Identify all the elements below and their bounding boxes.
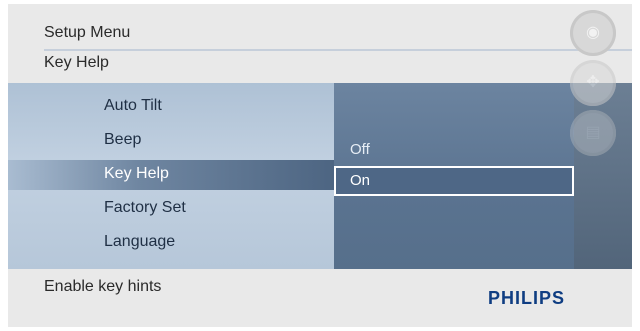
brand-logo: PHILIPS [488,288,566,308]
menu-icon[interactable]: ▤ [570,110,616,156]
navigation-pad-glyph: ✥ [586,74,600,91]
menu-title: Setup Menu [44,24,131,41]
options-list: Off On [334,83,574,269]
option-on[interactable]: On [334,166,574,196]
play-slideshow-glyph: ◉ [586,24,600,41]
menu-item-key-help[interactable]: Key Help [8,160,334,190]
menu-item-auto-tilt[interactable]: Auto Tilt [104,97,162,115]
footer-hint: Enable key hints [44,278,162,295]
frame-screen: Setup Menu Key Help Auto Tilt Beep Key H… [8,4,632,327]
submenu-title: Key Help [44,54,109,71]
option-on-label: On [350,172,371,189]
menu-item-beep[interactable]: Beep [104,131,141,149]
menu-glyph: ▤ [585,124,601,141]
menu-item-language[interactable]: Language [104,233,175,251]
menu-item-factory-set[interactable]: Factory Set [104,199,186,217]
menu-item-key-help-label: Key Help [104,165,169,182]
settings-menu: Auto Tilt Beep Key Help Factory Set Lang… [8,83,334,269]
play-slideshow-icon[interactable]: ◉ [570,10,616,56]
navigation-pad-icon[interactable]: ✥ [570,60,616,106]
title-divider [44,49,632,51]
settings-panel: Auto Tilt Beep Key Help Factory Set Lang… [8,83,632,269]
option-off[interactable]: Off [350,141,370,158]
